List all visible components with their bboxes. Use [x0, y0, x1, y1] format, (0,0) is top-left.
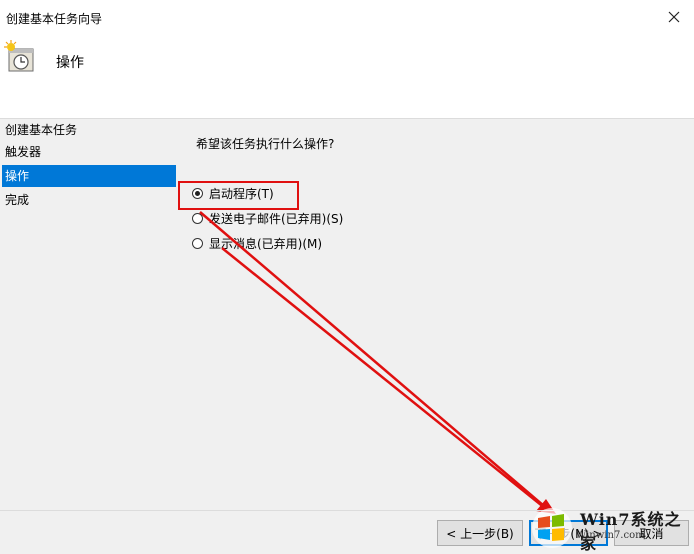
- option-show-message-label: 显示消息(已弃用)(M): [209, 236, 323, 251]
- window-title: 创建基本任务向导: [6, 12, 103, 26]
- step-trigger[interactable]: 触发器: [2, 141, 176, 163]
- page-title: 操作: [56, 55, 84, 71]
- close-icon: [668, 11, 680, 23]
- option-show-message[interactable]: 显示消息(已弃用)(M): [192, 233, 322, 253]
- wizard-header: 操作: [0, 36, 694, 119]
- title-bar: 创建基本任务向导: [0, 0, 694, 36]
- annotation-highlight-box: [178, 181, 299, 210]
- annotation-arrow-line: [199, 211, 547, 510]
- radio-send-email[interactable]: [192, 212, 203, 224]
- step-create-basic-task[interactable]: 创建基本任务: [2, 119, 176, 141]
- watermark-url: Winwin7.com: [576, 530, 645, 541]
- option-send-email-label: 发送电子邮件(已弃用)(S): [209, 211, 344, 226]
- step-finish[interactable]: 完成: [2, 189, 176, 211]
- close-button[interactable]: [660, 4, 688, 30]
- task-clock-icon: [4, 40, 34, 72]
- wizard-steps: 创建基本任务 触发器 操作 完成: [0, 119, 178, 552]
- step-action[interactable]: 操作: [2, 165, 176, 187]
- radio-show-message[interactable]: [192, 237, 203, 249]
- option-send-email[interactable]: 发送电子邮件(已弃用)(S): [192, 208, 343, 228]
- question-label: 希望该任务执行什么操作?: [196, 137, 335, 151]
